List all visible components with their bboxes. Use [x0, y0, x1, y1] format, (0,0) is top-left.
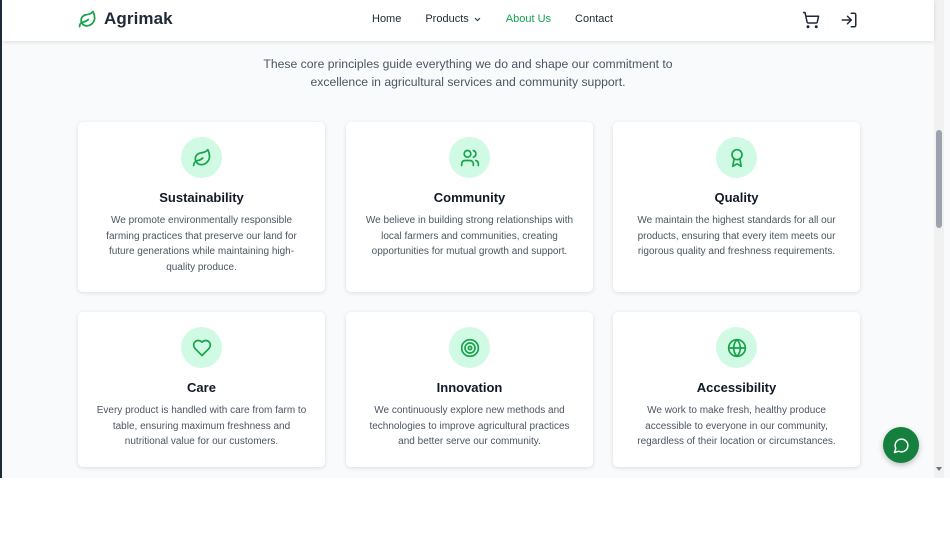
value-description: We promote environmentally responsible f… — [106, 215, 297, 273]
value-card-community: Community We believe in building strong … — [346, 122, 593, 292]
chat-button[interactable] — [883, 427, 919, 463]
nav-products[interactable]: Products — [425, 13, 481, 25]
login-icon[interactable] — [840, 11, 858, 29]
value-description: Every product is handled with care from … — [96, 405, 307, 447]
icon-badge — [716, 137, 757, 178]
value-title: Accessibility — [696, 380, 777, 395]
value-description: We work to make fresh, healthy produce a… — [637, 405, 836, 447]
value-card-accessibility: Accessibility We work to make fresh, hea… — [613, 312, 860, 467]
header-actions — [802, 11, 858, 29]
chat-icon — [893, 437, 909, 453]
scroll-down-arrow[interactable] — [936, 467, 942, 471]
leaf-icon — [192, 148, 210, 166]
nav-products-label: Products — [425, 13, 469, 25]
value-title: Sustainability — [159, 190, 244, 205]
leaf-icon — [78, 10, 96, 27]
value-card-quality: Quality We maintain the highest standard… — [613, 122, 860, 292]
value-title: Innovation — [436, 380, 503, 395]
nav-about-us[interactable]: About Us — [506, 13, 551, 25]
site-header: Agrimak Home Products About Us Contact — [2, 0, 934, 41]
blank-area — [0, 478, 950, 538]
value-description: We continuously explore new methods and … — [369, 405, 570, 447]
scrollbar-track[interactable] — [934, 0, 944, 478]
icon-badge — [449, 327, 490, 368]
value-title: Care — [187, 380, 216, 395]
values-intro: These core principles guide everything w… — [263, 57, 673, 89]
chevron-down-icon — [474, 17, 480, 21]
target-icon — [460, 338, 479, 357]
nav-home-label: Home — [372, 13, 402, 25]
value-title: Community — [433, 190, 506, 205]
nav-contact-label: Contact — [575, 13, 613, 25]
globe-icon — [727, 338, 746, 357]
icon-badge — [716, 327, 757, 368]
nav-contact[interactable]: Contact — [575, 13, 613, 25]
award-icon — [730, 148, 743, 167]
heart-icon — [192, 339, 211, 356]
value-title: Quality — [714, 190, 759, 205]
value-description: We believe in building strong relationsh… — [365, 215, 574, 257]
value-card-sustainability: Sustainability We promote environmentall… — [78, 122, 325, 292]
value-card-care: Care Every product is handled with care … — [78, 312, 325, 467]
users-icon — [460, 149, 479, 166]
value-card-innovation: Innovation We continuously explore new m… — [346, 312, 593, 467]
nav-home[interactable]: Home — [372, 13, 401, 25]
page-viewport: Agrimak Home Products About Us Contact T… — [0, 0, 950, 478]
brand-name: Agrimak — [104, 9, 173, 28]
brand-logo[interactable]: Agrimak — [78, 9, 173, 29]
value-description: We maintain the highest standards for al… — [637, 215, 836, 257]
scrollbar-thumb[interactable] — [936, 130, 942, 228]
icon-badge — [181, 327, 222, 368]
icon-badge — [449, 137, 490, 178]
main-nav: Home Products About Us Contact — [372, 13, 613, 25]
cart-icon[interactable] — [802, 11, 820, 29]
icon-badge — [181, 137, 222, 178]
nav-about-us-label: About Us — [505, 13, 552, 25]
